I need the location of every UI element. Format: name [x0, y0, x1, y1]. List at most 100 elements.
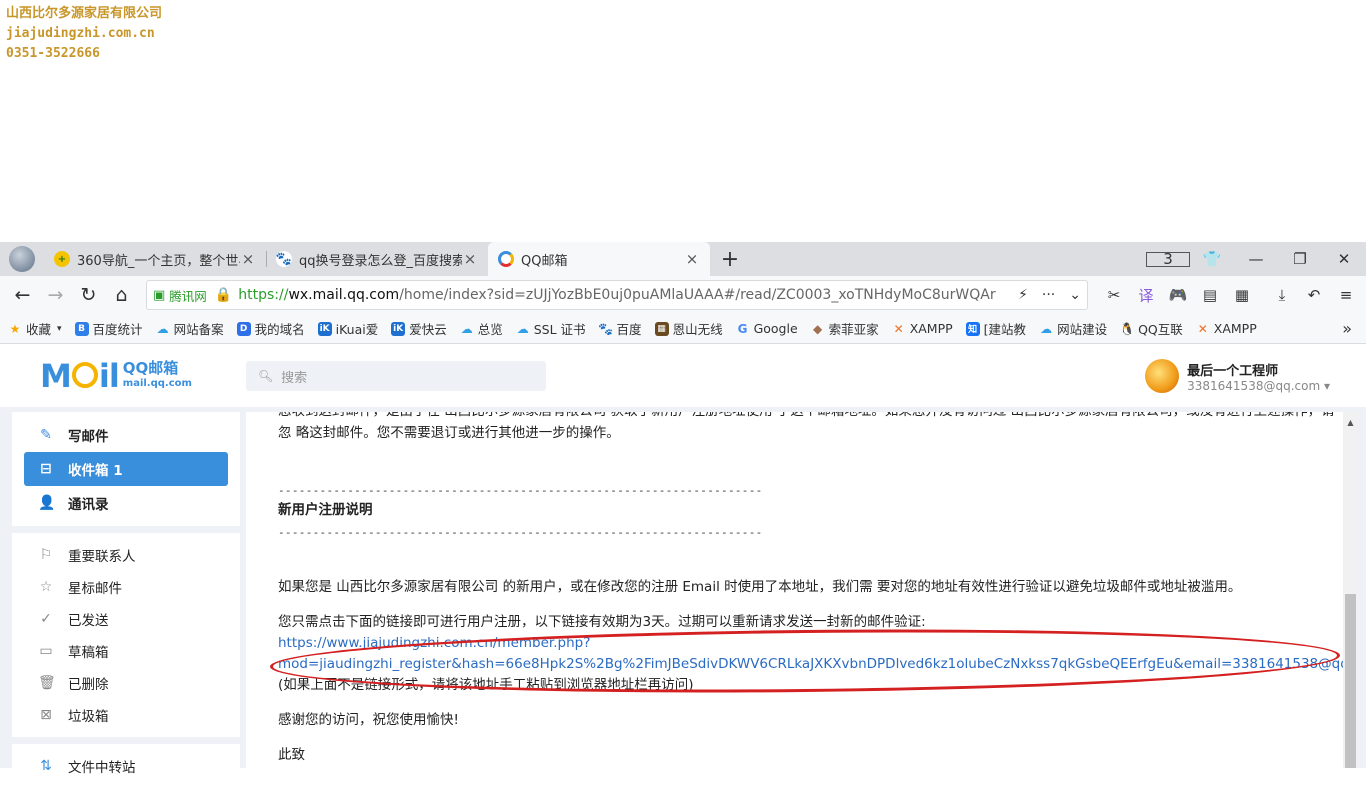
reload-icon[interactable]: ↻ — [72, 284, 105, 306]
restore-icon[interactable]: ❐ — [1278, 250, 1322, 268]
qq-mail-app: Mil QQ邮箱 mail.qq.com 🔍︎ 搜索 最后一个工程师 33816… — [0, 345, 1366, 788]
sidebar-item-label: 收件箱 1 — [68, 463, 123, 479]
bookmark-item[interactable]: ☁ 网站备案 — [156, 319, 224, 338]
back-icon[interactable]: ← — [6, 284, 39, 306]
sidebar-item-inbox[interactable]: ⊟ 收件箱 1 — [24, 452, 228, 486]
zhihu-icon: 知 — [965, 321, 980, 336]
sidebar-item-spam[interactable]: ⊠ 垃圾箱 — [12, 699, 240, 731]
sidebar-item-file-transfer[interactable]: ⇅ 文件中转站 — [12, 750, 240, 782]
qq-mail-logo[interactable]: Mil QQ邮箱 mail.qq.com — [40, 357, 192, 395]
bookmark-item[interactable]: ☁ 网站建设 — [1039, 319, 1107, 338]
user-name: 最后一个工程师 — [1187, 363, 1279, 379]
certificate-owner: 腾讯网 — [169, 288, 207, 304]
bookmark-icon: ⚐ — [39, 547, 53, 563]
tab-close-icon[interactable]: × — [684, 250, 700, 268]
close-window-icon[interactable]: ✕ — [1322, 250, 1366, 268]
reader-icon[interactable]: ▤ — [1200, 286, 1220, 304]
reading-pane-scrollbar[interactable]: ▲ — [1343, 412, 1358, 768]
menu-icon[interactable]: ≡ — [1336, 286, 1356, 304]
tab-baidu-search[interactable]: 🐾 qq换号登录怎么登_百度搜索 × — [266, 242, 488, 276]
apps-grid-icon[interactable]: ▦ — [1232, 286, 1252, 304]
more-dots-icon[interactable]: ··· — [1042, 287, 1055, 303]
tab-qq-mail[interactable]: QQ邮箱 × — [488, 242, 710, 276]
tab-close-icon[interactable]: × — [462, 250, 478, 268]
lock-icon[interactable]: 🔒 — [215, 287, 232, 303]
cloud-icon: ☁ — [516, 321, 529, 336]
bookmark-item[interactable]: iK iKuai爱 — [317, 319, 378, 338]
bookmark-label: QQ互联 — [1138, 322, 1183, 337]
sidebar-item-important[interactable]: ⚐ 重要联系人 — [12, 539, 240, 571]
bookmark-label: SSL 证书 — [533, 322, 586, 337]
bookmark-item[interactable]: ✕ XAMPP — [892, 321, 953, 336]
bookmark-label: 百度统计 — [92, 322, 143, 337]
spam-icon: ⊠ — [40, 707, 52, 723]
body-para-new-user: 如果您是 山西比尔多源家居有限公司 的新用户，或在修改您的注册 Email 时使… — [278, 579, 1242, 595]
ik-icon: iK — [391, 321, 406, 336]
bookmark-item[interactable]: 🐧 QQ互联 — [1120, 319, 1183, 338]
undo-icon[interactable]: ↶ — [1304, 286, 1324, 304]
scroll-up-icon[interactable]: ▲ — [1343, 418, 1358, 427]
download-icon[interactable]: ⤓ — [1272, 286, 1292, 304]
search-input[interactable]: 🔍︎ 搜索 — [245, 361, 546, 391]
bookmark-item[interactable]: ☁ 总览 — [460, 319, 503, 338]
shirt-skin-icon[interactable]: 👕 — [1190, 250, 1234, 268]
sidebar-item-starred[interactable]: ☆ 星标邮件 — [12, 571, 240, 603]
body-line-ignore: 忽 略这封邮件。您不需要退订或进行其他进一步的操作。 — [278, 425, 620, 441]
separator-line: ----------------------------------------… — [278, 484, 763, 497]
transfer-icon: ⇅ — [40, 758, 52, 774]
bookmark-item[interactable]: ◆ 索菲亚家 — [811, 319, 879, 338]
forward-icon[interactable]: → — [39, 284, 72, 306]
new-tab-button[interactable]: + — [710, 242, 750, 276]
inbox-icon: ⊟ — [40, 461, 52, 477]
bookmark-item[interactable]: D 我的域名 — [236, 319, 305, 338]
tab-360-nav[interactable]: + 360导航_一个主页，整个世界 × — [44, 242, 266, 276]
caret-down-icon[interactable]: ▾ — [57, 324, 62, 334]
tab-title: QQ邮箱 — [521, 253, 568, 269]
bookmark-label: 我的域名 — [254, 322, 305, 337]
game-controller-icon[interactable]: 🎮 — [1168, 286, 1188, 304]
user-account[interactable]: 最后一个工程师 3381641538@qq.com ▾ — [1145, 359, 1330, 393]
lightning-icon[interactable]: ⚡ — [1018, 287, 1028, 303]
bookmark-label: [建站教 — [983, 322, 1027, 337]
browser-profile-button[interactable] — [0, 242, 44, 276]
bookmark-label: XAMPP — [909, 321, 953, 336]
home-icon[interactable]: ⌂ — [105, 284, 138, 306]
bookmark-label: 索菲亚家 — [828, 322, 879, 337]
tab-count-button[interactable]: 3 — [1146, 250, 1190, 268]
address-bar[interactable]: ▣ 腾讯网 🔒 https:// wx.mail.qq.com /home/in… — [146, 280, 1088, 310]
sidebar-item-sent[interactable]: ✓ 已发送 — [12, 603, 240, 635]
bookmark-item[interactable]: ★ 收藏 ▾ — [8, 319, 62, 338]
scissors-icon[interactable]: ✂ — [1104, 286, 1124, 304]
sidebar-item-contacts[interactable]: 👤 通讯录 — [12, 486, 240, 520]
sidebar-item-drafts[interactable]: ▭ 草稿箱 — [12, 635, 240, 667]
sidebar-item-label: 重要联系人 — [68, 549, 136, 565]
avatar — [1145, 359, 1180, 393]
sidebar-item-deleted[interactable]: 🗑︎ 已删除 — [12, 667, 240, 699]
bookmark-item[interactable]: iK 爱快云 — [391, 319, 447, 338]
scrollbar-thumb[interactable] — [1345, 594, 1356, 768]
minimize-icon[interactable]: — — [1234, 250, 1278, 268]
cloud-icon: ☁ — [156, 321, 169, 336]
mail-reading-pane: 您收到这封邮件，是由于在 山西比尔多源家居有限公司 获取了新用户注册地址使用 了… — [246, 412, 1343, 768]
registration-link-query[interactable]: mod=jiaudingzhi_register&hash=66e8Hpk2S%… — [278, 654, 1343, 675]
bookmark-item[interactable]: 知 [建站教 — [965, 319, 1027, 338]
watermark-phone: 0351-3522666 — [6, 46, 100, 61]
translate-icon[interactable]: 译 — [1136, 285, 1156, 306]
registration-link[interactable]: https://www.jiajudingzhi.com.cn/member.p… — [278, 633, 590, 654]
cloud-icon: ☁ — [460, 321, 473, 336]
compose-button[interactable]: ✎ 写邮件 — [12, 418, 240, 452]
sidebar-item-label: 星标邮件 — [68, 581, 122, 597]
mail-header: Mil QQ邮箱 mail.qq.com 🔍︎ 搜索 最后一个工程师 33816… — [0, 345, 1366, 407]
bookmark-item[interactable]: ✕ XAMPP — [1196, 321, 1257, 336]
bookmark-item[interactable]: ☁ SSL 证书 — [516, 319, 586, 338]
bookmark-label: 收藏 — [26, 322, 52, 337]
chevron-down-icon[interactable]: ⌄ — [1069, 287, 1081, 303]
profile-avatar-icon — [9, 246, 35, 272]
tab-close-icon[interactable]: × — [240, 250, 256, 268]
bookmark-item[interactable]: G Google — [736, 321, 798, 336]
bookmarks-overflow-icon[interactable]: » — [1342, 319, 1352, 338]
bookmark-item[interactable]: 🐾 百度 — [598, 319, 641, 338]
bookmark-label: 网站建设 — [1057, 322, 1108, 337]
bookmark-item[interactable]: B 百度统计 — [74, 319, 143, 338]
bookmark-item[interactable]: ▦ 恩山无线 — [654, 319, 723, 338]
